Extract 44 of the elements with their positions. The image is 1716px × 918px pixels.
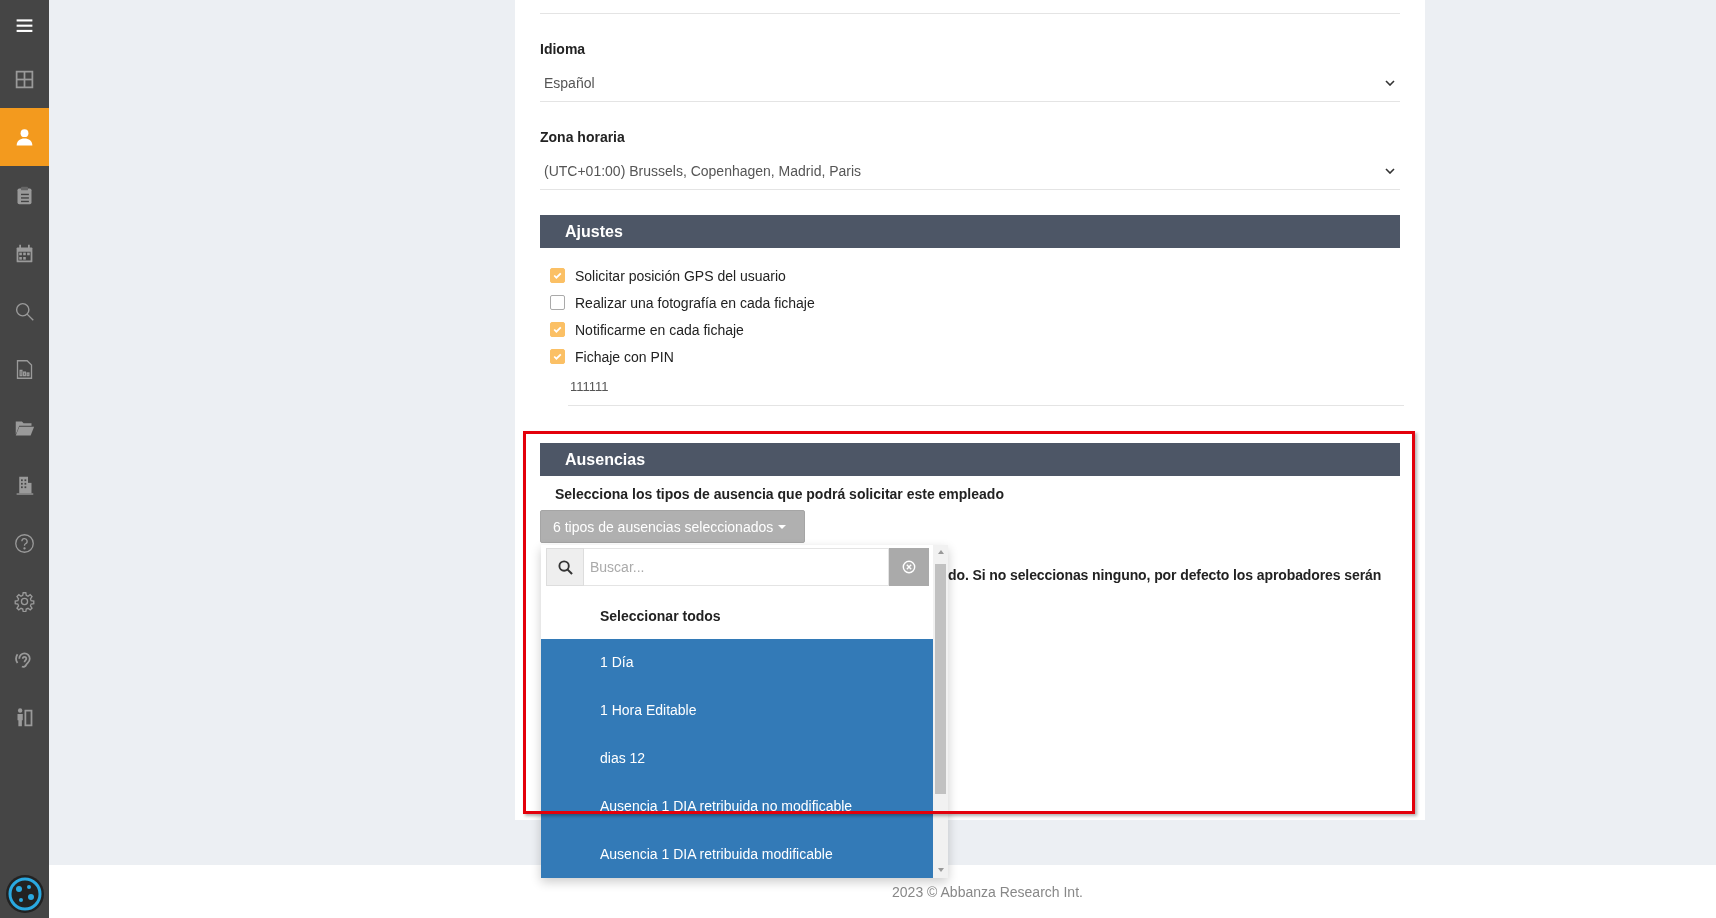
pin-field[interactable]: 111111 — [568, 376, 1404, 406]
approvers-text: do. Si no seleccionas ninguno, por defecto los aprobadores serán — [948, 567, 1382, 583]
logo-icon[interactable] — [4, 874, 45, 914]
checkbox[interactable] — [550, 349, 565, 364]
clear-button[interactable] — [889, 548, 929, 586]
search-icon — [557, 559, 573, 575]
checkbox-label: Notificarme en cada fichaje — [575, 321, 744, 338]
menu-option[interactable]: Ausencia 1 DIA retribuida modificable — [541, 831, 933, 878]
check-icon — [552, 351, 563, 362]
select-field[interactable]: Español — [540, 65, 1400, 102]
checkbox[interactable] — [550, 268, 565, 283]
field-label: Idioma — [540, 41, 587, 59]
search-field[interactable]: Buscar... — [584, 548, 889, 586]
checkbox[interactable] — [550, 295, 565, 310]
person-icon — [14, 126, 35, 148]
calendar-icon — [14, 242, 35, 264]
clear-icon — [902, 560, 916, 574]
section-header: Ausencias — [540, 443, 1400, 476]
checkbox-label: Solicitar posición GPS del usuario — [575, 267, 786, 284]
check-icon — [552, 324, 563, 335]
menu-option[interactable]: 1 Hora Editable — [541, 687, 933, 735]
search-icon — [14, 300, 35, 322]
select-all-option[interactable]: Seleccionar todos — [541, 596, 933, 639]
copyright-text: 2023 © Abbanza Research Int. — [892, 883, 1083, 900]
menu-option[interactable]: 1 Día — [541, 639, 933, 687]
settings-icon — [14, 590, 35, 612]
chevron-down-icon — [1385, 168, 1395, 174]
grid-icon — [14, 68, 35, 90]
check-icon — [552, 270, 563, 281]
select-field[interactable]: (UTC+01:00) Brussels, Copenhagen, Madrid, Paris — [540, 153, 1400, 190]
chart-document-icon — [14, 358, 35, 380]
scrollbar[interactable] — [933, 545, 948, 878]
menu-option[interactable]: Ausencia 1 DIA retribuida no modificable — [541, 783, 933, 831]
field-label: Zona horaria — [540, 129, 626, 147]
section-header: Ajustes — [540, 215, 1400, 248]
caret-icon — [778, 524, 787, 529]
chevron-down-icon — [1385, 80, 1395, 86]
building-icon — [14, 474, 35, 496]
checkbox-label: Fichaje con PIN — [575, 348, 674, 365]
description-text: Selecciona los tipos de ausencia que podrá solicitar este empleado — [555, 486, 1005, 502]
checkbox-label: Realizar una fotografía en cada fichaje — [575, 294, 815, 311]
checkbox[interactable] — [550, 322, 565, 337]
menu-option[interactable]: dias 12 — [541, 735, 933, 783]
help-icon — [14, 532, 35, 554]
